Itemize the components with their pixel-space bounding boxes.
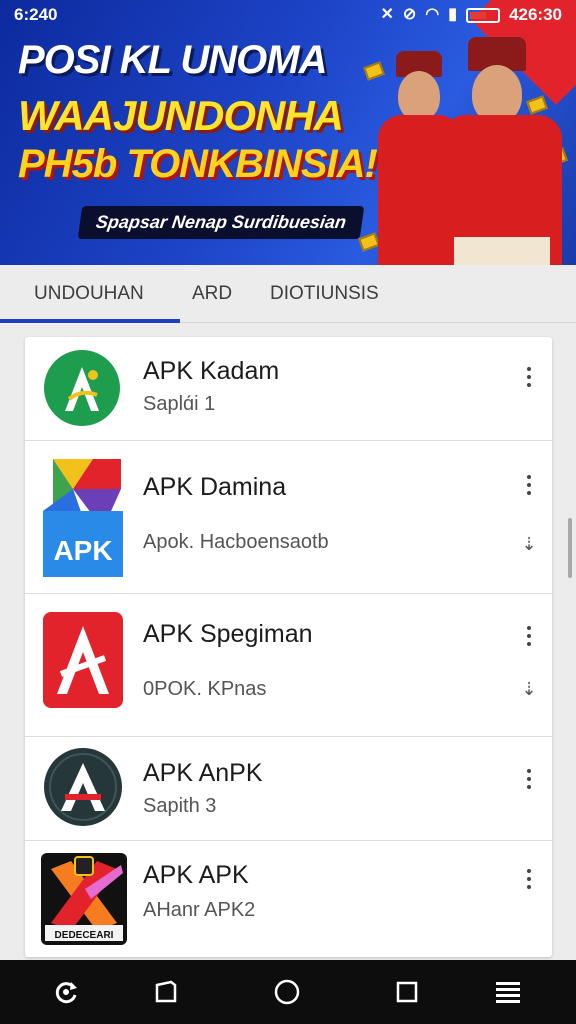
navigation-bar xyxy=(0,960,576,1024)
overview-square-icon[interactable] xyxy=(389,974,425,1010)
promo-banner[interactable]: POSI KL UNOMA WAAJUNDONHA PH5b TONKBINSI… xyxy=(0,0,576,265)
green-circle-a-icon xyxy=(44,350,120,426)
app-subtitle: Saplɑ́i 1 xyxy=(143,393,216,415)
wifi-off-icon: ⊘ xyxy=(402,6,417,23)
app-title: APK Kadam xyxy=(143,357,280,385)
banner-person-belt xyxy=(454,237,550,265)
battery-icon xyxy=(466,7,501,23)
app-subtitle: AHanr APK2 xyxy=(143,899,256,921)
coin-icon xyxy=(358,232,380,252)
list-item[interactable]: APK APK Damina Apok. Hacboensaotb ⇣ xyxy=(25,441,552,594)
more-options-button[interactable] xyxy=(520,865,538,893)
dark-circle-a-icon xyxy=(44,748,122,826)
more-options-button[interactable] xyxy=(520,363,538,391)
banner-headline-2: WAAJUNDONHA xyxy=(18,92,344,139)
app-title: APK Damina xyxy=(143,473,287,501)
home-circle-icon[interactable] xyxy=(269,974,305,1010)
status-time: 6:240 xyxy=(14,5,58,24)
red-a-icon xyxy=(43,612,123,708)
list-item[interactable]: APK Kadam Saplɑ́i 1 xyxy=(25,337,552,441)
more-options-button[interactable] xyxy=(520,471,538,499)
recent-rotate-icon[interactable] xyxy=(48,974,84,1010)
menu-lines-icon[interactable] xyxy=(490,974,526,1010)
banner-headline-1: POSI KL UNOMA xyxy=(18,38,328,82)
status-bar: 6:240 ✕ ⊘ ◠ ▮ 426:30 xyxy=(0,0,576,30)
wifi-icon: ◠ xyxy=(425,6,440,23)
download-icon[interactable]: ⇣ xyxy=(520,678,538,700)
banner-person-right xyxy=(442,35,562,265)
app-list: APK Kadam Saplɑ́i 1 APK APK Damina Apok.… xyxy=(25,337,552,957)
app-subtitle: Apok. Hacboensaotb xyxy=(143,531,329,553)
banner-subtitle: Spapsar Nenap Surdibuesian xyxy=(77,206,365,239)
more-options-button[interactable] xyxy=(520,765,538,793)
back-square-icon[interactable] xyxy=(148,974,184,1010)
signal-icon: ▮ xyxy=(448,6,458,23)
colorful-x-icon: DEDECEARI xyxy=(41,853,127,945)
list-item[interactable]: APK Spegiman 0POK. KPnas ⇣ xyxy=(25,594,552,737)
active-tab-indicator xyxy=(0,319,180,323)
more-options-button[interactable] xyxy=(520,622,538,650)
app-title: APK AnPK xyxy=(143,759,263,787)
scrollbar[interactable] xyxy=(568,518,572,578)
banner-headline-3: PH5b TONKBINSIA! xyxy=(18,142,378,186)
app-title: APK APK xyxy=(143,861,249,889)
app-title: APK Spegiman xyxy=(143,620,313,648)
tab-diotiunsis[interactable]: DIOTIUNSIS xyxy=(270,265,379,323)
apk-tile-icon: APK xyxy=(43,459,123,577)
app-subtitle: 0POK. KPnas xyxy=(143,678,267,700)
list-item[interactable]: DEDECEARI APK APK AHanr APK2 xyxy=(25,841,552,957)
tab-undouhan[interactable]: UNDOUHAN xyxy=(34,265,144,323)
app-icon-label: DEDECEARI xyxy=(55,930,114,941)
download-icon[interactable]: ⇣ xyxy=(520,533,538,555)
tab-bar: UNDOUHAN ARD DIOTIUNSIS xyxy=(0,265,576,323)
mute-icon: ✕ xyxy=(380,6,394,23)
app-subtitle: Sapith 3 xyxy=(143,795,217,817)
status-right-text: 426:30 xyxy=(509,5,562,24)
list-item[interactable]: APK AnPK Sapith 3 xyxy=(25,737,552,841)
tab-ard[interactable]: ARD xyxy=(192,265,232,323)
apk-tile-label: APK xyxy=(53,535,112,566)
